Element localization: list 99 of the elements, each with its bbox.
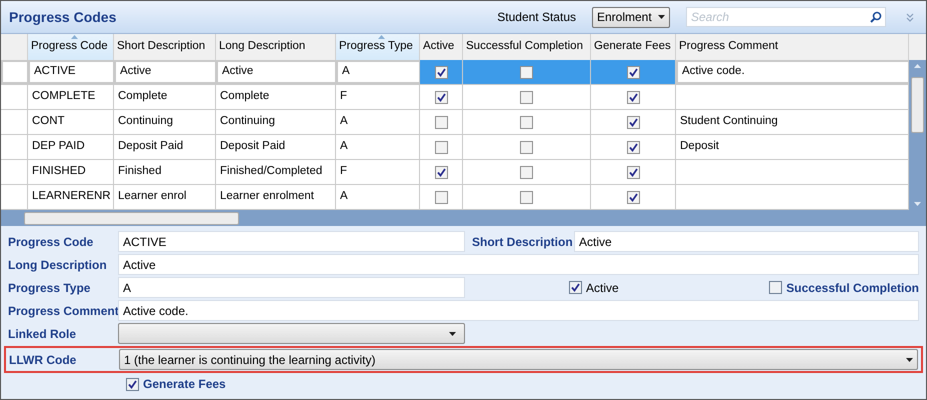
checkbox[interactable] [626, 116, 640, 128]
checkmark-icon [628, 92, 638, 102]
table-cell: Active [114, 60, 216, 84]
table-cell: F [336, 160, 420, 184]
caret-icon [658, 15, 665, 19]
scroll-thumb[interactable] [911, 77, 924, 133]
table-cell: Finished [114, 160, 216, 184]
checkbox[interactable] [126, 378, 139, 390]
table-row[interactable]: LEARNERENR Learner enrol Learner enrolment A [1, 185, 909, 210]
status-label: Student Status [497, 9, 576, 26]
vertical-scrollbar[interactable] [909, 60, 926, 210]
field-label: Progress Type [8, 280, 92, 296]
table-cell: Complete [114, 85, 216, 109]
checkbox[interactable] [626, 90, 640, 104]
checkbox-label: Active [586, 280, 619, 296]
checkmark-icon [128, 380, 137, 388]
table-cell: COMPLETE [28, 85, 114, 109]
panel-title: Progress Codes [9, 8, 116, 27]
checkbox[interactable] [434, 90, 448, 104]
long-description-field[interactable]: Active [118, 254, 919, 275]
field-label: Linked Role [8, 326, 78, 342]
checkmark-icon [628, 118, 638, 126]
checkbox[interactable] [626, 140, 640, 154]
progress-comment-field[interactable]: Active code. [118, 300, 919, 321]
table-cell: DEP PAID [28, 135, 114, 159]
table-cell: A [336, 185, 420, 209]
column-header[interactable]: Progress Type [336, 34, 420, 60]
table-cell: Learner enrolment [216, 185, 336, 209]
table-row[interactable]: DEP PAID Deposit Paid Deposit Paid A Deposit [1, 135, 909, 160]
checkmark-icon [628, 68, 638, 76]
checkbox[interactable] [520, 140, 533, 154]
table-row[interactable]: CONT Continuing Continuing A Student Continuing [1, 110, 909, 135]
table-cell: LEARNERENR [28, 185, 114, 209]
checkmark-icon [628, 168, 638, 176]
caret-icon [906, 358, 913, 362]
checkbox[interactable] [434, 116, 448, 128]
linked-role-dropdown[interactable] [118, 323, 465, 344]
collapse-icon[interactable] [906, 12, 914, 22]
checkbox-label: Successful Completion [786, 280, 919, 296]
field-label: Progress Code [8, 234, 94, 250]
table-cell: FINISHED [28, 160, 114, 184]
caret-icon [449, 332, 456, 336]
table-cell: Complete [216, 85, 336, 109]
checkbox[interactable] [569, 281, 582, 294]
progress-code-field[interactable]: ACTIVE [118, 231, 465, 252]
checkbox[interactable] [520, 166, 533, 178]
checkbox[interactable] [520, 66, 533, 78]
checkbox[interactable] [520, 90, 533, 104]
field-label: Short Description [472, 234, 574, 250]
checkbox[interactable] [626, 66, 640, 78]
table-cell: Deposit Paid [114, 135, 216, 159]
checkbox[interactable] [434, 66, 448, 78]
table-row[interactable]: FINISHED Finished Finished/Completed F [1, 160, 909, 185]
checkmark-icon [436, 168, 446, 176]
table-cell: F [336, 85, 420, 109]
table-cell: Student Continuing [676, 110, 909, 134]
horizontal-scrollbar[interactable] [1, 210, 926, 226]
search-field[interactable]: Search [686, 7, 886, 27]
checkbox[interactable] [434, 166, 448, 178]
field-label: LLWR Code [9, 352, 78, 368]
llwr-code-dropdown[interactable]: 1 (the learner is continuing the learning activity) [119, 349, 918, 370]
checkbox[interactable] [520, 190, 533, 204]
scroll-down-icon [914, 202, 921, 206]
scroll-up-icon [914, 64, 921, 68]
checkbox[interactable] [769, 281, 782, 294]
checkmark-icon [436, 68, 446, 76]
table-row[interactable]: COMPLETE Complete Complete F [1, 85, 909, 110]
field-label: Long Description [8, 256, 108, 274]
checkmark-icon [628, 192, 638, 202]
table-cell: CONT [28, 110, 114, 134]
column-header[interactable]: Progress Code [28, 34, 114, 60]
table-cell: Continuing [114, 110, 216, 134]
search-icon [870, 11, 882, 23]
checkbox-label: Generate Fees [143, 376, 226, 393]
table-cell: A [336, 60, 420, 84]
table-cell: Active [216, 60, 336, 84]
field-label: Progress Comment [8, 302, 118, 320]
checkmark-icon [436, 92, 446, 102]
table-cell: A [336, 135, 420, 159]
table-cell: Learner enrol [114, 185, 216, 209]
table-cell: ACTIVE [28, 60, 114, 84]
checkbox[interactable] [434, 190, 448, 204]
checkbox[interactable] [520, 116, 533, 128]
checkmark-icon [571, 283, 580, 292]
checkbox[interactable] [626, 190, 640, 204]
table-row[interactable]: ACTIVE Active Active A Active code. [1, 60, 909, 85]
checkbox[interactable] [434, 140, 448, 154]
scroll-thumb[interactable] [24, 212, 239, 224]
table-cell: A [336, 110, 420, 134]
table-cell: Deposit [676, 135, 909, 159]
table-cell: Finished/Completed [216, 160, 336, 184]
checkbox[interactable] [626, 166, 640, 178]
table-cell: Active code. [676, 60, 909, 84]
table-cell: Continuing [216, 110, 336, 134]
progress-type-field[interactable]: A [118, 277, 465, 298]
status-dropdown[interactable]: Enrolment [592, 6, 670, 28]
short-description-field[interactable]: Active [574, 231, 919, 252]
checkmark-icon [628, 142, 638, 152]
table-cell: Deposit Paid [216, 135, 336, 159]
